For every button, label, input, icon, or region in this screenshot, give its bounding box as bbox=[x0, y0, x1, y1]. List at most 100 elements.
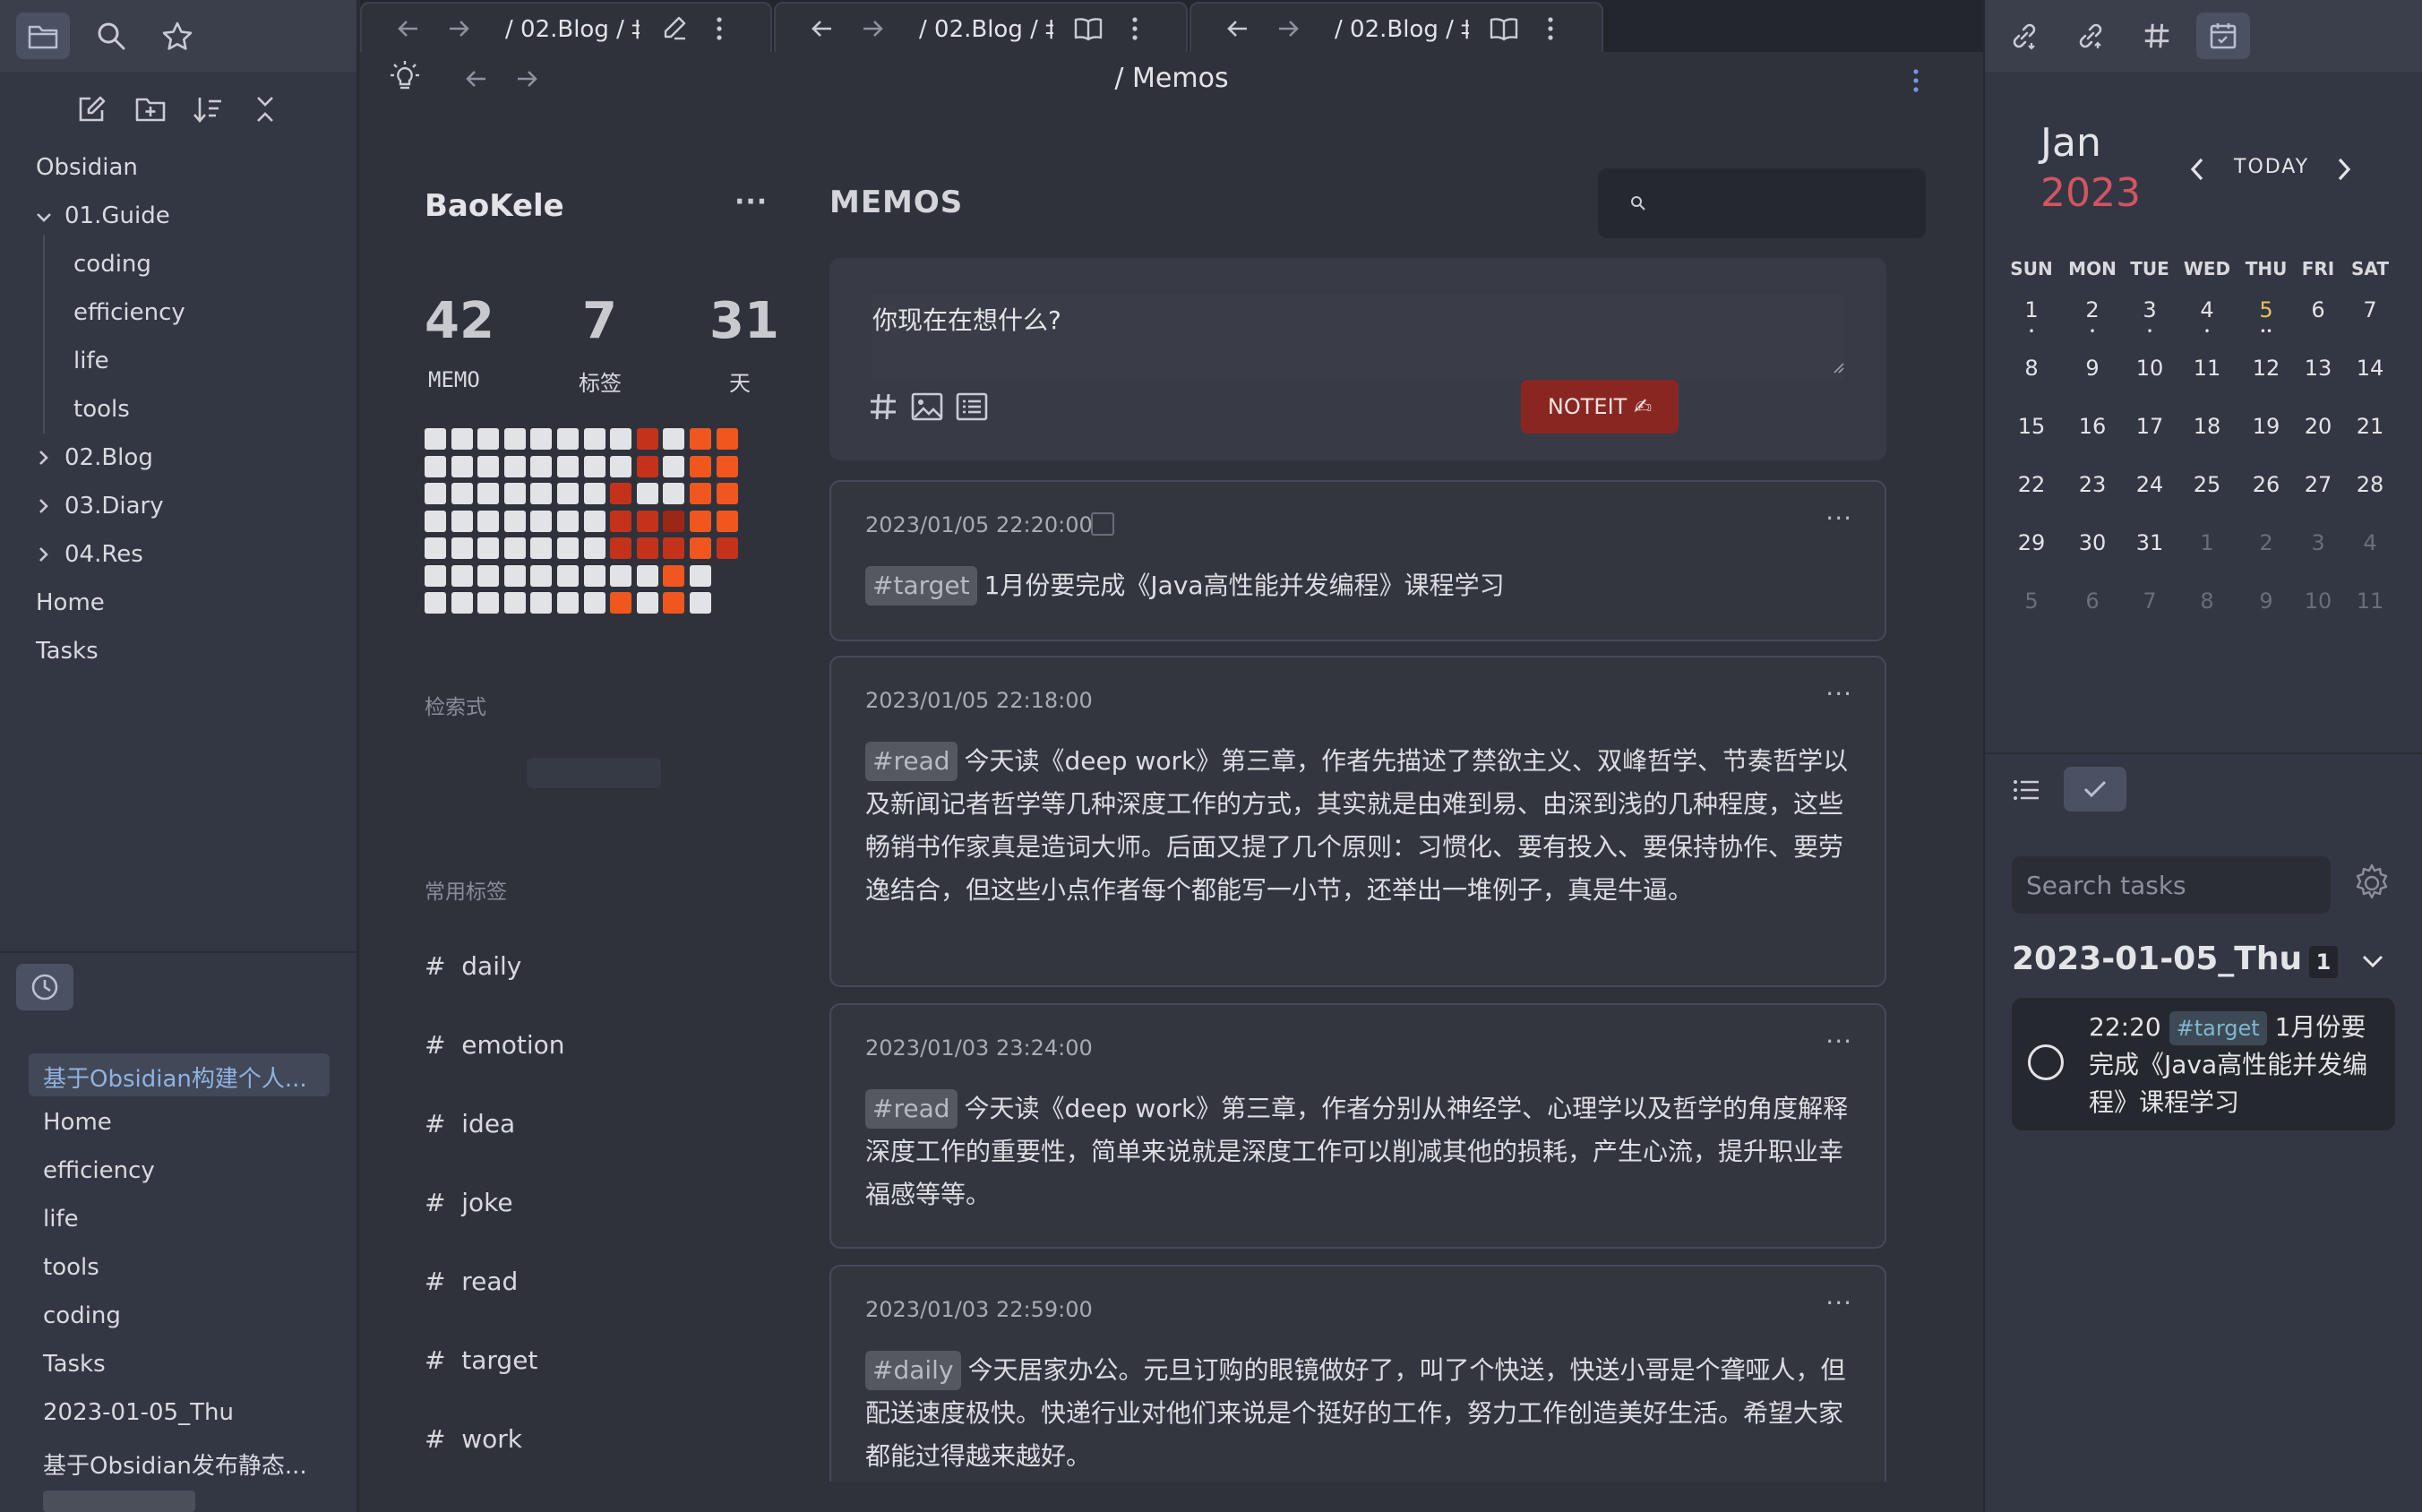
heatmap-cell[interactable] bbox=[663, 592, 685, 614]
calendar-day[interactable]: 19 bbox=[2239, 414, 2293, 439]
tag-item-daily[interactable]: # daily bbox=[425, 951, 521, 981]
heatmap-cell[interactable] bbox=[425, 510, 446, 532]
tree-folder-res[interactable]: 04.Res bbox=[64, 541, 143, 568]
tab-blog-1[interactable]: / 02.Blog / ‡ bbox=[360, 2, 772, 52]
tags-tab[interactable] bbox=[2130, 13, 2184, 59]
calendar-day[interactable]: 11 bbox=[2180, 356, 2234, 381]
calendar-day[interactable]: 7 bbox=[2343, 297, 2397, 322]
heatmap-cell[interactable] bbox=[610, 537, 632, 559]
heatmap-cell[interactable] bbox=[503, 455, 526, 477]
calendar-day[interactable]: 30 bbox=[2066, 530, 2119, 555]
memo-search-input[interactable] bbox=[1598, 168, 1926, 238]
heatmap-cell[interactable] bbox=[636, 537, 658, 559]
heatmap-cell[interactable] bbox=[503, 537, 526, 559]
arrow-left-icon[interactable] bbox=[810, 18, 835, 39]
calendar-day[interactable]: 24 bbox=[2123, 472, 2177, 497]
calendar-day[interactable]: 5 bbox=[2005, 588, 2058, 614]
calendar-day[interactable]: 28 bbox=[2343, 472, 2397, 497]
calendar-day[interactable]: 12 bbox=[2239, 356, 2293, 381]
calendar-day[interactable]: 18 bbox=[2180, 414, 2234, 439]
heatmap-cell[interactable] bbox=[557, 564, 579, 587]
heatmap-cell[interactable] bbox=[583, 592, 606, 614]
book-open-icon[interactable] bbox=[1073, 16, 1104, 41]
memo-tag[interactable]: #read bbox=[865, 1089, 958, 1129]
heatmap-cell[interactable] bbox=[557, 483, 579, 504]
calendar-day[interactable]: 16 bbox=[2066, 414, 2119, 439]
chevron-right-icon[interactable] bbox=[34, 448, 54, 468]
calendar-day[interactable]: 3 bbox=[2123, 297, 2177, 322]
tab-breadcrumb[interactable]: / 02.Blog / ‡ bbox=[505, 16, 640, 43]
sort-button[interactable] bbox=[181, 86, 235, 133]
new-note-button[interactable] bbox=[64, 86, 118, 133]
heatmap-cell[interactable] bbox=[451, 510, 473, 532]
tag-item-joke[interactable]: # joke bbox=[425, 1188, 513, 1217]
recent-item[interactable]: 基于Obsidian发布静态... bbox=[43, 1448, 307, 1481]
tree-file-efficiency[interactable]: efficiency bbox=[73, 299, 185, 326]
heatmap-cell[interactable] bbox=[425, 455, 446, 477]
heatmap-cell[interactable] bbox=[477, 428, 500, 450]
heatmap-cell[interactable] bbox=[530, 510, 553, 532]
tab-blog-3[interactable]: / 02.Blog / ‡ bbox=[1190, 2, 1603, 52]
calendar-day[interactable]: 14 bbox=[2343, 356, 2397, 381]
tree-file-tasks[interactable]: Tasks bbox=[36, 638, 99, 665]
memo-tag[interactable]: #daily bbox=[865, 1351, 961, 1390]
calendar-day[interactable]: 21 bbox=[2343, 414, 2397, 439]
memo-tag[interactable]: #target bbox=[865, 566, 977, 606]
heatmap-cell[interactable] bbox=[477, 510, 500, 532]
list-icon[interactable] bbox=[955, 391, 989, 423]
tab-breadcrumb[interactable]: / 02.Blog / ‡ bbox=[919, 16, 1053, 43]
heatmap-cell[interactable] bbox=[477, 592, 500, 614]
heatmap-cell[interactable] bbox=[477, 483, 500, 504]
heatmap-cell[interactable] bbox=[583, 428, 606, 450]
arrow-right-icon[interactable] bbox=[446, 18, 471, 39]
heatmap-cell[interactable] bbox=[530, 564, 553, 587]
heatmap-cell[interactable] bbox=[451, 564, 473, 587]
completed-tasks-tab[interactable] bbox=[2064, 767, 2126, 812]
vault-name[interactable]: Obsidian bbox=[36, 154, 138, 181]
calendar-day[interactable]: 20 bbox=[2291, 414, 2345, 439]
tag-item-read[interactable]: # read bbox=[425, 1267, 518, 1296]
recent-item[interactable]: Tasks bbox=[43, 1351, 106, 1378]
heatmap-cell[interactable] bbox=[690, 537, 711, 559]
heatmap-cell[interactable] bbox=[610, 592, 632, 614]
arrow-right-icon[interactable] bbox=[1275, 18, 1301, 39]
chevron-right-icon[interactable] bbox=[2334, 156, 2354, 183]
calendar-day[interactable]: 15 bbox=[2005, 414, 2058, 439]
heatmap-cell[interactable] bbox=[716, 483, 738, 504]
calendar-day[interactable]: 27 bbox=[2291, 472, 2345, 497]
heatmap-cell[interactable] bbox=[425, 483, 446, 504]
heatmap-cell[interactable] bbox=[636, 428, 658, 450]
heatmap-cell[interactable] bbox=[610, 483, 632, 504]
task-tag[interactable]: #target bbox=[2169, 1011, 2267, 1045]
tree-folder-blog[interactable]: 02.Blog bbox=[64, 444, 153, 471]
heatmap-cell[interactable] bbox=[690, 564, 711, 587]
heatmap-cell[interactable] bbox=[583, 455, 606, 477]
calendar-day[interactable]: 17 bbox=[2123, 414, 2177, 439]
memo-editor-textarea[interactable]: 你现在在想什么? bbox=[872, 294, 1843, 380]
calendar-tab[interactable] bbox=[2196, 13, 2250, 59]
calendar-day[interactable]: 22 bbox=[2005, 472, 2058, 497]
recent-files-tab[interactable] bbox=[16, 964, 73, 1010]
image-icon[interactable] bbox=[910, 391, 944, 423]
profile-name[interactable]: BaoKele bbox=[425, 188, 564, 224]
heatmap-cell[interactable] bbox=[636, 455, 658, 477]
calendar-day[interactable]: 6 bbox=[2066, 588, 2119, 614]
file-explorer-tab[interactable] bbox=[16, 13, 70, 59]
recent-item[interactable]: coding bbox=[43, 1302, 121, 1329]
heatmap-cell[interactable] bbox=[663, 564, 685, 587]
heatmap-cell[interactable] bbox=[663, 455, 685, 477]
heatmap-cell[interactable] bbox=[451, 483, 473, 504]
task-checkbox[interactable] bbox=[2028, 1044, 2064, 1080]
heatmap-cell[interactable] bbox=[690, 428, 711, 450]
arrow-left-icon[interactable] bbox=[396, 18, 421, 39]
calendar-day[interactable]: 11 bbox=[2343, 588, 2397, 614]
calendar-day[interactable]: 25 bbox=[2180, 472, 2234, 497]
memo-tag[interactable]: #read bbox=[865, 742, 958, 781]
calendar-day[interactable]: 10 bbox=[2123, 356, 2177, 381]
arrow-left-icon[interactable] bbox=[1225, 18, 1250, 39]
calendar-day[interactable]: 2 bbox=[2239, 530, 2293, 555]
heatmap-cell[interactable] bbox=[636, 564, 658, 587]
heatmap-cell[interactable] bbox=[690, 592, 711, 614]
heatmap-cell[interactable] bbox=[663, 428, 685, 450]
outgoing-links-tab[interactable] bbox=[2064, 13, 2117, 59]
